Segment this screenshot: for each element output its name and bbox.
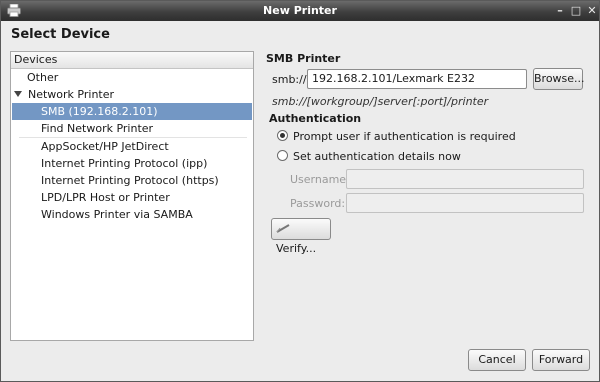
list-item-other[interactable]: Other (27, 69, 58, 86)
smb-uri-input[interactable]: 192.168.2.101/Lexmark E232 (307, 69, 527, 89)
radio-set-auth-now[interactable] (277, 150, 288, 161)
list-item-ipp[interactable]: Internet Printing Protocol (ipp) (41, 155, 207, 172)
smb-prefix-label: smb:// (272, 73, 307, 86)
title-bar[interactable]: New Printer – □ ✕ (1, 1, 599, 21)
list-item-appsocket[interactable]: AppSocket/HP JetDirect (41, 138, 169, 155)
authentication-section-title: Authentication (269, 112, 362, 125)
device-list[interactable]: Devices Other Network Printer SMB (192.1… (10, 51, 254, 341)
key-icon (276, 224, 290, 233)
verify-button-label: Verify... (276, 242, 317, 255)
device-list-header[interactable]: Devices (11, 52, 253, 69)
list-item-find-network-printer[interactable]: Find Network Printer (41, 120, 153, 137)
list-item-samba[interactable]: Windows Printer via SAMBA (41, 206, 193, 223)
username-label: Username: (290, 173, 350, 186)
list-item-https[interactable]: Internet Printing Protocol (https) (41, 172, 219, 189)
new-printer-window: New Printer – □ ✕ Select Device Devices … (0, 0, 600, 382)
list-item-network-printer[interactable]: Network Printer (14, 86, 114, 103)
radio-set-auth-now-label[interactable]: Set authentication details now (293, 150, 461, 163)
smb-uri-hint: smb://[workgroup/]server[:port]/printer (272, 95, 489, 108)
page-title: Select Device (11, 27, 110, 42)
password-field[interactable] (346, 193, 584, 213)
smb-printer-section-title: SMB Printer (266, 52, 341, 65)
close-icon[interactable]: ✕ (585, 4, 599, 18)
cancel-button[interactable]: Cancel (468, 349, 526, 371)
radio-prompt-user-label[interactable]: Prompt user if authentication is require… (293, 130, 516, 143)
printer-icon (7, 4, 21, 17)
minimize-icon[interactable]: – (553, 4, 567, 18)
maximize-icon[interactable]: □ (569, 4, 583, 18)
list-item-lpd[interactable]: LPD/LPR Host or Printer (41, 189, 170, 206)
verify-button[interactable]: Verify... (271, 218, 331, 255)
password-label: Password: (290, 197, 346, 210)
expander-down-icon[interactable] (14, 91, 22, 97)
username-field[interactable] (346, 169, 584, 189)
list-item-label: Network Printer (28, 88, 115, 101)
forward-button[interactable]: Forward (532, 349, 590, 371)
window-title: New Printer (263, 4, 337, 17)
browse-button[interactable]: Browse... (533, 68, 585, 90)
list-item-smb-selected[interactable]: SMB (192.168.2.101) (12, 103, 252, 120)
radio-prompt-user[interactable] (277, 130, 288, 141)
